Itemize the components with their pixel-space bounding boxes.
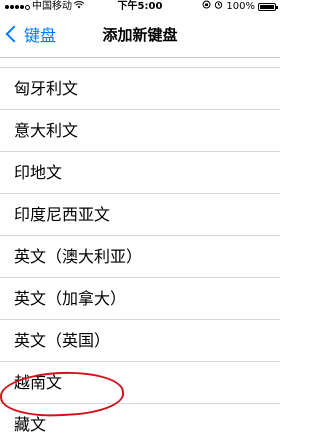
alarm-icon [214,0,223,14]
list-item-partial [0,58,280,68]
navigation-bar: 键盘 添加新键盘 [0,14,280,58]
list-item[interactable]: 意大利文 [0,110,280,152]
battery-percent: 100% [226,1,255,12]
status-bar: 中国移动 下午5:00 100% [0,0,280,14]
list-item[interactable]: 匈牙利文 [0,68,280,110]
list-item[interactable]: 英文（澳大利亚） [0,236,280,278]
page-title: 添加新键盘 [102,26,178,44]
list-item[interactable]: 英文（英国） [0,320,280,362]
list-item[interactable]: 英文（加拿大） [0,278,280,320]
list-item[interactable]: 印度尼西亚文 [0,194,280,236]
status-right: 100% [202,0,278,14]
list-item[interactable]: 印地文 [0,152,280,194]
battery-icon [258,3,278,11]
rotation-lock-icon [202,0,211,14]
